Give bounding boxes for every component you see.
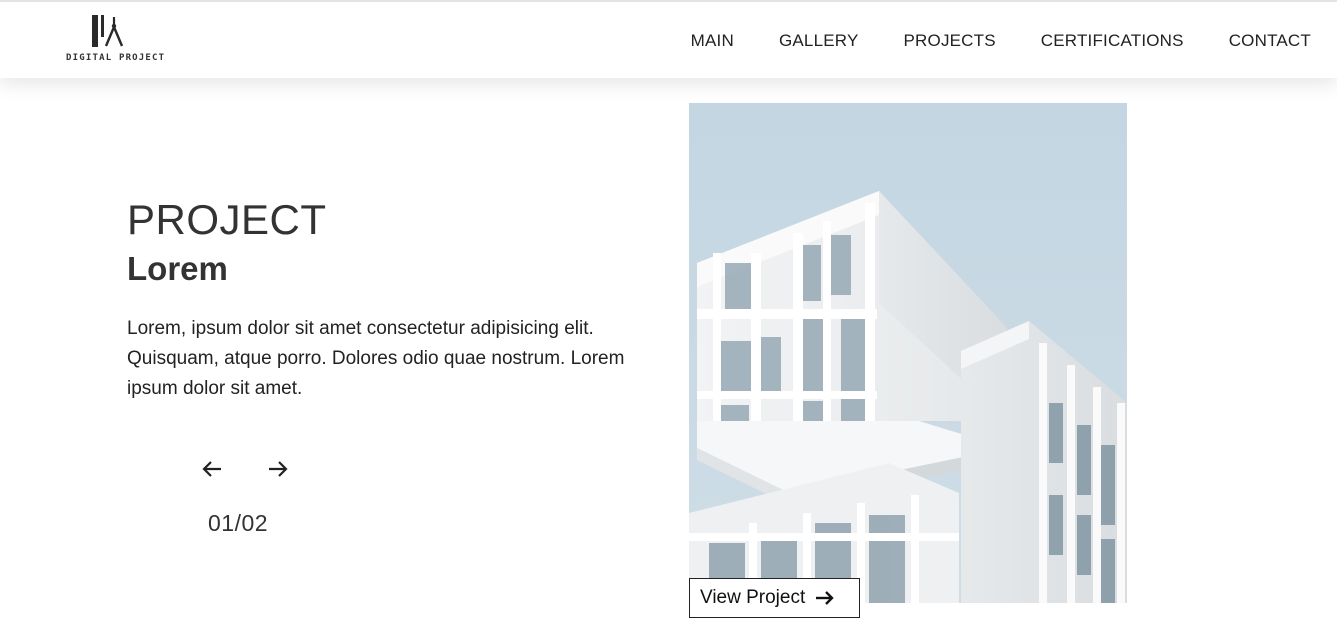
project-description: Lorem, ipsum dolor sit amet consectetur … bbox=[127, 318, 625, 399]
arrow-right-icon bbox=[269, 461, 288, 477]
nav-item-certifications[interactable]: CERTIFICATIONS bbox=[1041, 31, 1184, 51]
project-image bbox=[689, 103, 1127, 603]
prev-button[interactable] bbox=[198, 455, 226, 483]
site-header: DIGITAL PROJECT MAIN GALLERY PROJECTS CE… bbox=[0, 0, 1337, 78]
slide-counter: 01/02 bbox=[208, 510, 269, 536]
nav-item-main[interactable]: MAIN bbox=[691, 31, 734, 51]
slider-controls bbox=[198, 455, 298, 485]
project-title: Lorem bbox=[127, 250, 228, 287]
logo[interactable]: DIGITAL PROJECT bbox=[64, 11, 164, 71]
main-nav: MAIN GALLERY PROJECTS CERTIFICATIONS CON… bbox=[691, 31, 1311, 51]
project-info: PROJECT Lorem Lorem, ipsum dolor sit ame… bbox=[127, 196, 667, 404]
arrow-right-icon bbox=[816, 591, 834, 605]
building-illustration bbox=[689, 103, 1127, 603]
arrow-left-icon bbox=[202, 461, 221, 477]
view-project-button[interactable]: View Project bbox=[689, 578, 860, 618]
nav-item-contact[interactable]: CONTACT bbox=[1229, 31, 1311, 51]
nav-item-gallery[interactable]: GALLERY bbox=[779, 31, 859, 51]
project-kicker: PROJECT bbox=[127, 196, 327, 243]
next-button[interactable] bbox=[264, 455, 292, 483]
view-project-label: View Project bbox=[700, 587, 806, 608]
nav-item-projects[interactable]: PROJECTS bbox=[904, 31, 996, 51]
logo-text: DIGITAL PROJECT bbox=[66, 53, 166, 63]
logo-mark-icon bbox=[92, 15, 124, 47]
